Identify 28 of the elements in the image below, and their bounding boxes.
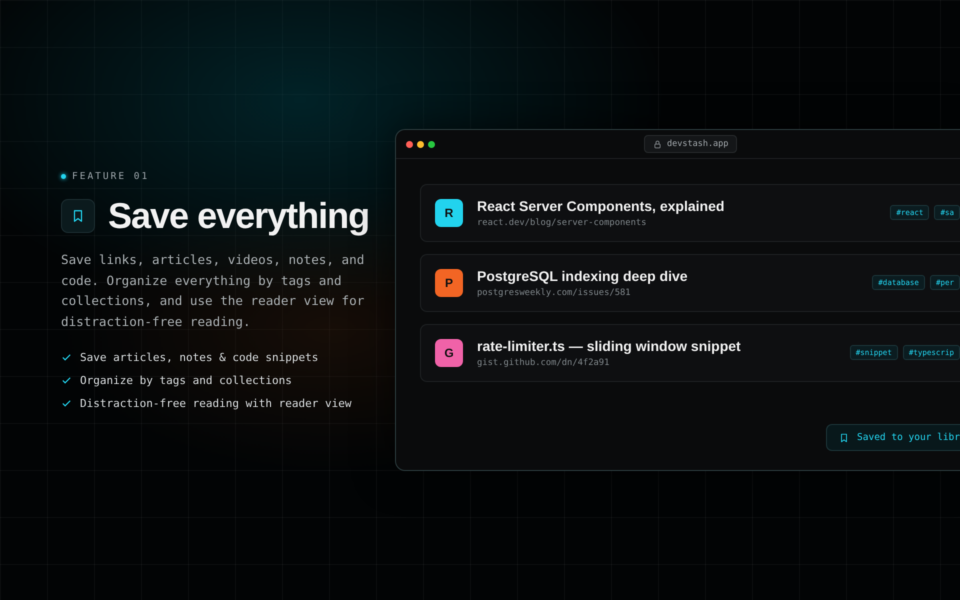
letter-avatar: R [435,199,463,227]
window-maximize-button[interactable] [428,140,435,148]
letter-avatar: P [435,269,463,297]
bookmark-title: rate-limiter.ts — sliding window snippet [477,338,742,354]
feature-bullet: Save articles, notes & code snippets [80,350,318,365]
window-minimize-button[interactable] [417,140,424,148]
feature-bullet: Organize by tags and collections [80,373,292,388]
bookmark-url: gist.github.com/dn/4f2a91 [477,358,610,368]
window-close-button[interactable] [406,140,413,148]
status-dot [61,174,66,179]
bookmark-title: PostgreSQL indexing deep dive [477,268,689,284]
check-icon [61,375,72,386]
bookmark-url: react.dev/blog/server-components [477,218,648,228]
address-bar[interactable]: devstash.app [644,135,738,153]
feature-description: Save links, articles, videos, notes, and code. Organize everything by tags and collections, and use the reader view for distraction-free reading. [61,251,366,331]
check-icon [61,398,72,409]
toast-text: Saved to your libr [857,432,960,443]
bookmark-icon [839,432,850,442]
bookmark-url: postgresweekly.com/issues/581 [477,288,632,298]
bookmark-icon [71,209,85,223]
bookmark-title: React Server Components, explained [477,198,726,214]
feature-label: FEATURE 01 [72,171,150,182]
letter-avatar: G [435,339,463,367]
feature-bullet: Distraction-free reading with reader view [80,396,352,411]
address-text: devstash.app [667,139,728,149]
lock-icon [653,140,662,148]
check-icon [61,352,72,363]
feature-title: Save everything [108,196,370,236]
